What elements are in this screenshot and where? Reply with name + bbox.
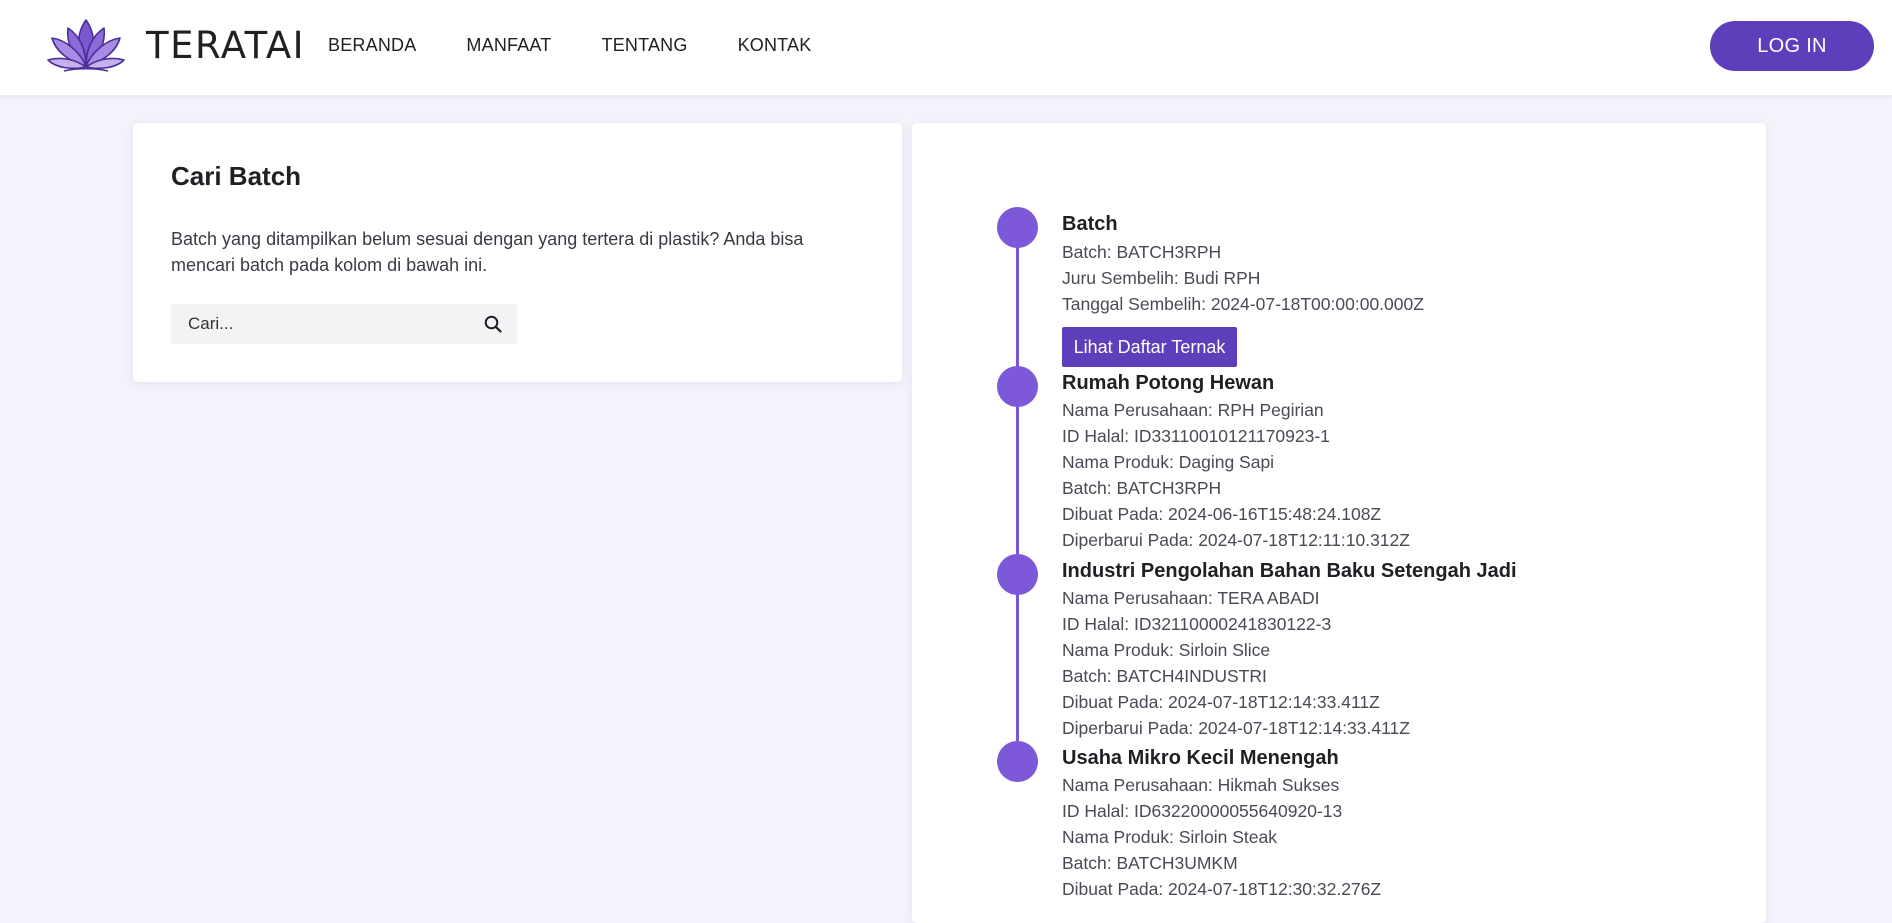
brand-name: TERATAI	[146, 23, 306, 67]
timeline-item-detail: Diperbarui Pada: 2024-07-18T12:14:33.411…	[1062, 718, 1410, 738]
timeline-item-title: Batch	[1062, 213, 1118, 235]
brand-logo[interactable]: TERATAI	[46, 16, 305, 74]
timeline-item-title: Industri Pengolahan Bahan Baku Setengah …	[1062, 560, 1517, 582]
timeline-item-detail: Dibuat Pada: 2024-07-18T12:14:33.411Z	[1062, 692, 1380, 712]
timeline-dot	[997, 741, 1038, 782]
search-card-description: Batch yang ditampilkan belum sesuai deng…	[171, 229, 804, 275]
timeline-item-detail: Dibuat Pada: 2024-07-18T12:30:32.276Z	[1062, 879, 1382, 899]
timeline-item-detail: Nama Perusahaan: TERA ABADI	[1062, 588, 1320, 608]
timeline-connector	[1016, 594, 1019, 741]
search-batch-card: Cari Batch Batch yang ditampilkan belum …	[133, 123, 902, 382]
timeline-item-detail: ID Halal: ID33110010121170923-1	[1062, 426, 1330, 446]
nav-kontak[interactable]: KONTAK	[738, 35, 812, 56]
timeline-item-detail: Batch: BATCH4INDUSTRI	[1062, 666, 1267, 686]
login-button[interactable]: LOG IN	[1710, 21, 1874, 71]
timeline-item-detail: Juru Sembelih: Budi RPH	[1062, 268, 1261, 288]
view-livestock-button[interactable]: Lihat Daftar Ternak	[1062, 327, 1237, 367]
timeline-dot	[997, 554, 1038, 595]
timeline-dot	[997, 366, 1038, 407]
nav-tentang[interactable]: TENTANG	[602, 35, 688, 56]
timeline-dot	[997, 207, 1038, 248]
timeline-item-detail: Batch: BATCH3RPH	[1062, 478, 1222, 498]
timeline-connector	[1016, 406, 1019, 554]
timeline-item-detail: Batch: BATCH3UMKM	[1062, 853, 1238, 873]
timeline-item-detail: Tanggal Sembelih: 2024-07-18T00:00:00.00…	[1062, 294, 1424, 314]
timeline-item-title: Rumah Potong Hewan	[1062, 372, 1275, 394]
timeline-item-detail: ID Halal: ID32110000241830122-3	[1062, 614, 1332, 634]
lotus-logo-icon	[47, 19, 125, 72]
timeline-item-detail: Nama Perusahaan: RPH Pegirian	[1062, 400, 1324, 420]
timeline-item-detail: ID Halal: ID63220000055640920-13	[1062, 801, 1343, 821]
search-input[interactable]	[171, 304, 471, 344]
nav-manfaat[interactable]: MANFAAT	[466, 35, 551, 56]
timeline-item-detail: Nama Produk: Sirloin Steak	[1062, 827, 1277, 847]
nav-beranda[interactable]: BERANDA	[328, 35, 416, 56]
top-navbar: TERATAI BERANDA MANFAAT TENTANG KONTAK L…	[0, 0, 1892, 96]
timeline-item-detail: Dibuat Pada: 2024-06-16T15:48:24.108Z	[1062, 504, 1382, 524]
timeline-item-detail: Nama Produk: Sirloin Slice	[1062, 640, 1271, 660]
timeline-item-detail: Nama Produk: Daging Sapi	[1062, 452, 1275, 472]
timeline-connector	[1016, 247, 1019, 367]
timeline-item-detail: Nama Perusahaan: Hikmah Sukses	[1062, 775, 1340, 795]
main-nav: BERANDA MANFAAT TENTANG KONTAK	[328, 35, 861, 56]
timeline-item-title: Usaha Mikro Kecil Menengah	[1062, 747, 1339, 769]
search-icon[interactable]	[484, 315, 502, 333]
timeline-item-detail: Diperbarui Pada: 2024-07-18T12:11:10.312…	[1062, 530, 1410, 550]
search-card-title: Cari Batch	[171, 161, 302, 191]
search-box	[171, 304, 517, 344]
timeline-item-detail: Batch: BATCH3RPH	[1062, 242, 1222, 262]
